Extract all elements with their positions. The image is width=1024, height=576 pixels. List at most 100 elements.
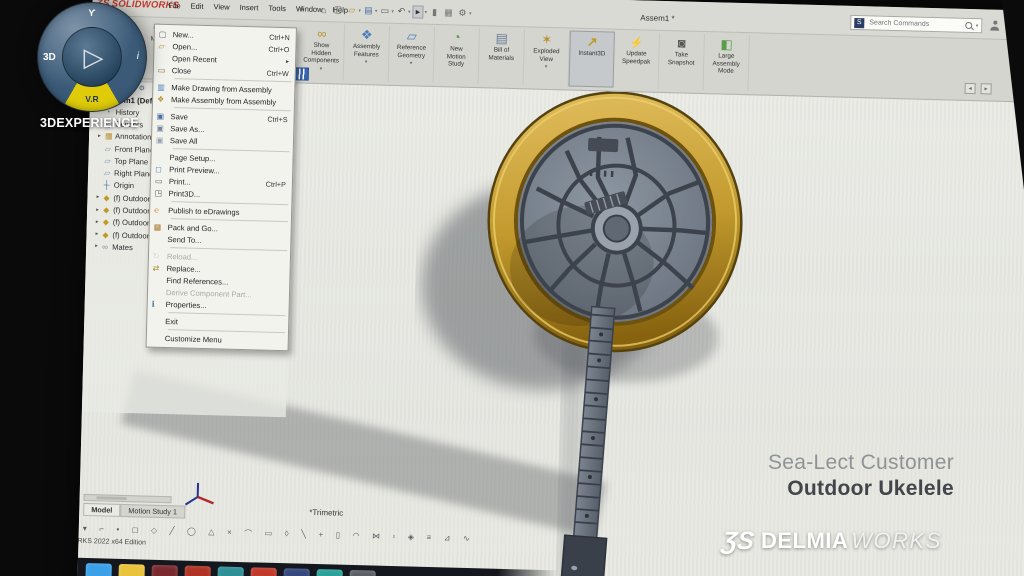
ribbon-icon — [678, 35, 686, 51]
taskbar-icon[interactable] — [349, 570, 376, 576]
quick-access-button[interactable]: ▾ — [457, 8, 472, 19]
file-menu-item[interactable]: Customize Menu — [147, 332, 288, 348]
tool-icon[interactable]: ◈ — [408, 532, 414, 543]
menu-item-icon — [153, 251, 167, 260]
task-pane-toggle[interactable]: ◂ — [964, 83, 975, 94]
taskbar-icon[interactable] — [316, 569, 343, 576]
ribbon-button[interactable]: Take Snapshot — [659, 33, 705, 90]
tree-item-icon — [104, 168, 114, 177]
tool-icon[interactable]: ▭ — [265, 529, 273, 540]
tool-icon[interactable]: ╲ — [301, 530, 306, 541]
tool-icon[interactable]: × — [227, 528, 232, 539]
doc-tab[interactable]: Motion Study 1 — [120, 504, 185, 519]
document-tab-bar: ModelMotion Study 1 — [83, 494, 185, 519]
tree-item-icon — [104, 156, 114, 165]
ribbon-button[interactable]: Update Speedpak — [614, 32, 660, 89]
search-input[interactable] — [867, 18, 963, 29]
orientation-triad — [181, 479, 218, 512]
tool-icon[interactable]: ▯ — [335, 531, 340, 542]
pressed-tool-indicator[interactable] — [295, 67, 309, 80]
quick-access-button[interactable]: ▾ — [396, 6, 411, 17]
taskbar-icon[interactable] — [118, 564, 145, 576]
quick-access-button[interactable]: ▾ — [346, 5, 361, 16]
tool-icon[interactable]: ◠ — [352, 531, 359, 542]
quick-access-button[interactable]: ▾ — [379, 6, 394, 17]
horizontal-scrollbar[interactable] — [84, 494, 172, 503]
menu-item[interactable]: Edit — [190, 2, 203, 11]
menu-item[interactable]: View — [213, 2, 229, 11]
ribbon-button[interactable]: Instant3D — [569, 31, 615, 88]
taskbar-icon[interactable] — [250, 567, 277, 576]
tool-icon[interactable]: ⌐ — [99, 524, 104, 535]
ribbon-icon — [453, 29, 461, 45]
tool-icon[interactable]: ▫ — [392, 532, 395, 543]
ukulele-3d-model[interactable] — [406, 87, 840, 576]
menu-item[interactable]: File — [168, 1, 180, 10]
taskbar-icon[interactable] — [85, 563, 112, 576]
quick-access-button[interactable] — [443, 7, 455, 18]
tool-icon[interactable]: △ — [208, 527, 214, 538]
taskbar-icon[interactable] — [217, 566, 244, 576]
qat-icon — [346, 5, 357, 16]
tool-icon[interactable]: ◊ — [285, 529, 289, 540]
tool-icon[interactable]: ╱ — [169, 526, 174, 537]
taskbar-icon[interactable] — [151, 565, 178, 576]
quick-access-button[interactable]: ▾ — [412, 5, 427, 18]
tree-item-icon — [104, 181, 114, 190]
photo-frame: ModelMotion Study 1 *Trimetric ▾ ⌐ ▪ ◻ ◇ ╱ ◯ △ ×… — [0, 0, 1024, 576]
search-icon[interactable] — [966, 22, 973, 29]
tool-icon[interactable]: ⊿ — [444, 533, 451, 544]
chevron-down-icon: ▾ — [365, 59, 368, 65]
document-title: Assem1 * — [640, 13, 674, 23]
menu-item-icon — [152, 299, 166, 308]
tool-icon[interactable]: ▾ — [83, 524, 87, 535]
quick-access-button[interactable] — [318, 4, 330, 14]
search-box[interactable]: S ▾ — [850, 15, 982, 33]
tool-icon[interactable]: ▪ — [116, 525, 119, 536]
chevron-down-icon[interactable]: ▾ — [976, 23, 979, 29]
menu-item-icon — [159, 29, 173, 38]
qat-icon — [412, 5, 423, 18]
tool-icon[interactable]: + — [318, 530, 323, 541]
ribbon-button[interactable]: New Motion Study — [434, 27, 480, 84]
view-orientation-label: *Trimetric — [309, 508, 343, 518]
tool-icon[interactable]: ≡ — [426, 533, 431, 544]
tree-item-icon — [105, 144, 115, 153]
taskbar-icon[interactable] — [283, 568, 310, 576]
menu-item-icon — [156, 135, 170, 144]
ribbon-icon — [361, 27, 373, 43]
product-caption: Outdoor Ukelele — [768, 477, 954, 501]
play-icon: ▷ — [84, 44, 104, 70]
ribbon-button[interactable]: Large Assembly Mode — [703, 34, 749, 91]
tool-icon[interactable]: ◻ — [132, 525, 139, 536]
tool-icon[interactable]: ⋈ — [372, 531, 380, 542]
shortcut-label: Ctrl+P — [266, 179, 286, 189]
qat-icon — [318, 4, 329, 14]
compass-vr-label: V.R — [85, 94, 98, 104]
menu-item[interactable]: Tools — [268, 4, 286, 13]
quick-access-button[interactable] — [429, 7, 441, 18]
menu-item-icon — [157, 94, 171, 103]
ribbon-icon — [587, 34, 598, 50]
tool-icon[interactable]: ◇ — [151, 526, 157, 537]
ribbon-button[interactable]: Assembly Features▾ — [344, 25, 390, 82]
quick-access-button[interactable]: ▾ — [363, 5, 378, 16]
doc-tab[interactable]: Model — [83, 503, 120, 517]
menu-item-icon — [158, 65, 172, 74]
chevron-down-icon: ▾ — [408, 9, 411, 15]
ribbon-button[interactable]: Reference Geometry▾ — [389, 26, 435, 83]
menu-item-icon — [157, 82, 171, 91]
ribbon-button[interactable]: Bill of Materials — [479, 28, 525, 85]
tool-icon[interactable]: ∿ — [463, 534, 470, 545]
ribbon-button[interactable]: Exploded View▾ — [524, 29, 570, 86]
taskbar-icon[interactable] — [184, 566, 211, 576]
ribbon-icon — [317, 26, 327, 42]
tool-icon[interactable]: ⌒ — [244, 528, 252, 539]
tool-icon[interactable]: ◯ — [187, 527, 196, 538]
qat-icon — [443, 7, 454, 18]
user-icon[interactable] — [990, 21, 999, 31]
qat-icon — [429, 7, 440, 18]
menu-item[interactable]: Insert — [240, 3, 259, 12]
task-pane-toggle[interactable]: ▸ — [980, 83, 991, 94]
quick-access-button[interactable] — [332, 4, 344, 15]
